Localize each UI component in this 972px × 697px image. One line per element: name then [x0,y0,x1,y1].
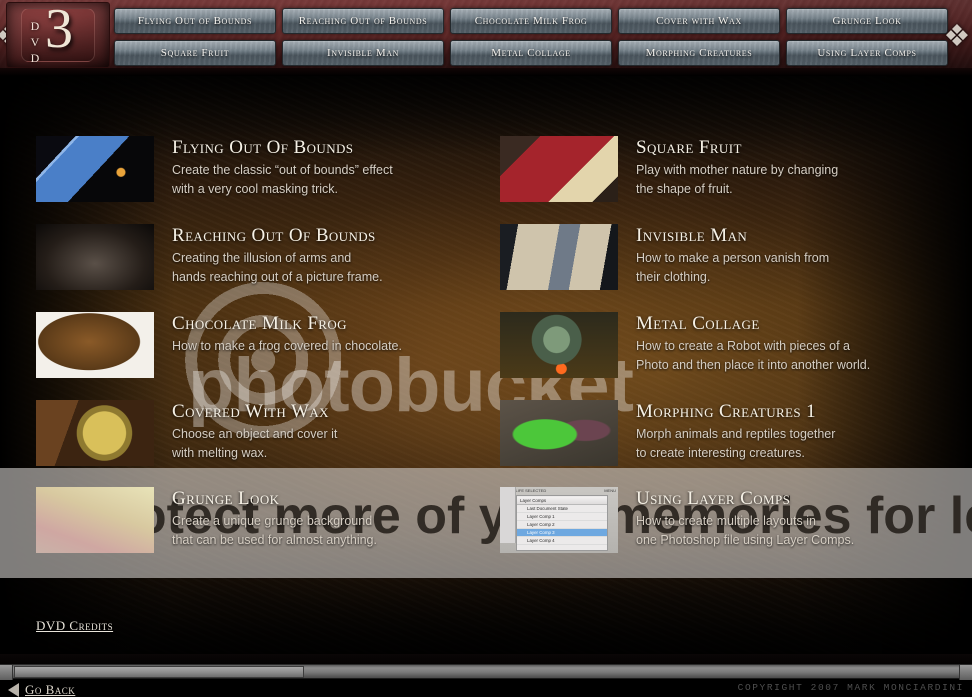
nav-button-using-layer-comps[interactable]: Using Layer Comps [786,40,948,66]
layer-comps-panel: Layer Comps Last Document State Layer Co… [516,495,608,551]
chapter-item-morphing-creatures[interactable]: Morphing Creatures 1 Morph animals and r… [500,400,920,466]
chapter-description-line-1: How to create multiple layouts in [636,513,816,528]
chapter-description-line-1: How to make a person vanish from [636,250,830,265]
layer-comps-row[interactable]: Layer Comp 1 [517,513,607,521]
chapter-title: Grunge Look [172,488,280,509]
thumbnail-snowboarder-icon[interactable] [36,136,154,202]
dvd-label: DVD [28,19,42,67]
thumbnail-grunge-background-icon[interactable] [36,487,154,553]
scrollbar-thumb[interactable] [14,666,304,678]
chapter-description-line-1: How to make a frog covered in chocolate. [172,338,402,353]
thumbnail-wax-object-icon[interactable] [36,400,154,466]
chapter-description-line-1: How to create a Robot with pieces of a [636,338,851,353]
navigation-button-grid: Flying Out of Bounds Reaching Out of Bou… [112,6,950,66]
thumbnail-layer-comps-panel-icon[interactable]: MOOD LIFE SELECTED MENU Layer Comps Last… [500,487,618,553]
nav-button-flying-out-of-bounds[interactable]: Flying Out of Bounds [114,8,276,34]
chapter-title: Metal Collage [636,313,760,334]
chapter-item-square-fruit[interactable]: Square Fruit Play with mother nature by … [500,136,920,202]
chapter-text-block: Grunge Look Create a unique grunge backg… [172,487,377,553]
chapter-title: Covered With Wax [172,401,329,422]
layer-comps-row[interactable]: Layer Comp 4 [517,537,607,545]
chapter-text-block: Flying Out Of Bounds Create the classic … [172,136,393,202]
nav-button-chocolate-milk-frog[interactable]: Chocolate Milk Frog [450,8,612,34]
back-arrow-icon [8,683,19,697]
chapter-title: Invisible Man [636,225,748,246]
chapter-text-block: Square Fruit Play with mother nature by … [636,136,838,202]
chapter-title: Using Layer Comps [636,488,791,509]
chapter-description-line-2: one Photoshop file using Layer Comps. [636,532,855,547]
nav-button-cover-with-wax[interactable]: Cover with Wax [618,8,780,34]
header-bar: ❖ DVD 3 Flying Out of Bounds Reaching Ou… [0,0,972,76]
nav-button-grunge-look[interactable]: Grunge Look [786,8,948,34]
chapter-title: Reaching Out Of Bounds [172,225,376,246]
chapter-title: Chocolate Milk Frog [172,313,347,334]
chapter-text-block: Metal Collage How to create a Robot with… [636,312,870,378]
chapter-text-block: Reaching Out Of Bounds Creating the illu… [172,224,383,290]
chapter-item-using-layer-comps[interactable]: MOOD LIFE SELECTED MENU Layer Comps Last… [500,487,920,553]
menu-stage: photobucket Flying Out Of Bounds Create … [0,74,972,654]
layer-comps-side-bar [500,487,516,543]
nav-button-square-fruit[interactable]: Square Fruit [114,40,276,66]
chapter-item-chocolate-milk-frog[interactable]: Chocolate Milk Frog How to make a frog c… [36,312,456,378]
chapter-text-block: Morphing Creatures 1 Morph animals and r… [636,400,835,466]
chapter-description-line-2: to create interesting creatures. [636,445,805,460]
chapter-description-line-1: Creating the illusion of arms and [172,250,352,265]
dvd-number: 3 [45,2,73,60]
go-back-button[interactable]: Go Back [8,682,76,697]
thumbnail-hands-frame-icon[interactable] [36,224,154,290]
chapter-text-block: Using Layer Comps How to create multiple… [636,487,854,553]
chapter-description-line-2: their clothing. [636,269,711,284]
chapter-text-block: Chocolate Milk Frog How to make a frog c… [172,312,402,378]
copyright-notice: COPYRIGHT 2007 MARK MONCIARDINI [737,682,964,693]
chapter-item-reaching-out-of-bounds[interactable]: Reaching Out Of Bounds Creating the illu… [36,224,456,290]
go-back-label: Go Back [25,682,76,697]
chapter-description-line-1: Create the classic “out of bounds” effec… [172,162,393,177]
chapter-title: Morphing Creatures 1 [636,401,817,422]
chapter-description-line-2: Photo and then place it into another wor… [636,357,871,372]
layer-comps-row-selected[interactable]: Layer Comp 3 [517,529,607,537]
scroll-right-arrow-icon[interactable] [959,665,972,680]
dvd-number-plaque: DVD 3 [6,2,110,68]
nav-button-morphing-creatures[interactable]: Morphing Creatures [618,40,780,66]
chapter-description-line-2: with melting wax. [172,445,268,460]
nav-button-reaching-out-of-bounds[interactable]: Reaching Out of Bounds [282,8,444,34]
chapter-description-line-2: hands reaching out of a picture frame. [172,269,383,284]
chapter-description-line-1: Choose an object and cover it [172,426,338,441]
chapter-text-block: Invisible Man How to make a person vanis… [636,224,829,290]
chapter-item-flying-out-of-bounds[interactable]: Flying Out Of Bounds Create the classic … [36,136,456,202]
nav-button-invisible-man[interactable]: Invisible Man [282,40,444,66]
layer-comps-row[interactable]: Layer Comp 2 [517,521,607,529]
dvd-credits-link[interactable]: DVD Credits [36,618,113,634]
layer-comps-row[interactable]: Last Document State [517,505,607,513]
chapter-description-line-1: Morph animals and reptiles together [636,426,836,441]
layer-comps-window-menu: MENU [604,488,616,493]
chapter-description-line-2: that can be used for almost anything. [172,532,377,547]
thumbnail-square-apple-icon[interactable] [500,136,618,202]
chapter-description-line-2: the shape of fruit. [636,181,733,196]
chapter-title: Flying Out Of Bounds [172,137,354,158]
layer-comps-window-header: MOOD LIFE SELECTED MENU [502,488,616,494]
thumbnail-invisible-man-icon[interactable] [500,224,618,290]
nav-button-metal-collage[interactable]: Metal Collage [450,40,612,66]
chapter-title: Square Fruit [636,137,742,158]
chapter-item-metal-collage[interactable]: Metal Collage How to create a Robot with… [500,312,920,378]
thumbnail-chocolate-frog-icon[interactable] [36,312,154,378]
horizontal-scrollbar[interactable] [0,664,972,680]
chapter-description-line-2: with a very cool masking trick. [172,181,339,196]
chapter-description-line-1: Create a unique grunge background [172,513,373,528]
chapter-text-block: Covered With Wax Choose an object and co… [172,400,337,466]
chapter-description-line-1: Play with mother nature by changing [636,162,839,177]
chapter-item-invisible-man[interactable]: Invisible Man How to make a person vanis… [500,224,920,290]
chapter-item-grunge-look[interactable]: Grunge Look Create a unique grunge backg… [36,487,456,553]
thumbnail-green-lizard-icon[interactable] [500,400,618,466]
layer-comps-panel-title: Layer Comps [517,497,607,505]
scroll-left-arrow-icon[interactable] [0,665,13,680]
chapter-item-covered-with-wax[interactable]: Covered With Wax Choose an object and co… [36,400,456,466]
dvd-menu-application: ❖ DVD 3 Flying Out of Bounds Reaching Ou… [0,0,972,697]
thumbnail-robot-collage-icon[interactable] [500,312,618,378]
